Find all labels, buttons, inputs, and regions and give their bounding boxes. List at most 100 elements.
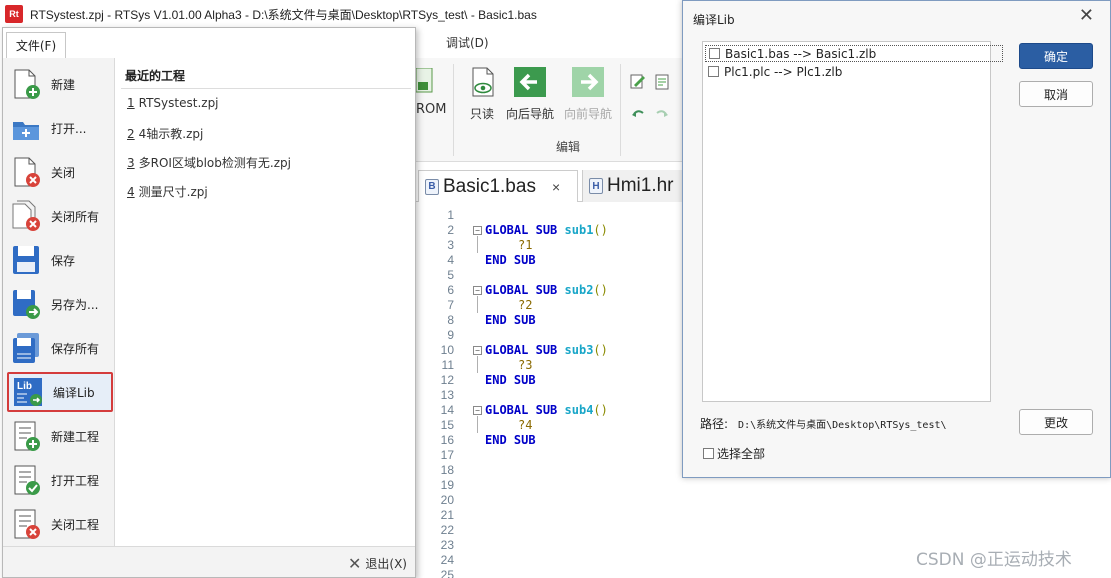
app-logo-icon: Rt (5, 5, 23, 23)
navigate-forward-label: 向前导航 (563, 107, 612, 121)
read-only-icon (472, 67, 494, 97)
code-line: GLOBAL SUB sub2() (485, 283, 608, 298)
file-menu-tab[interactable]: 文件(F) (6, 32, 66, 58)
recent-project-number: 3 (127, 156, 135, 170)
keyword-sub: SUB (513, 313, 536, 327)
file-checkbox[interactable] (709, 48, 720, 59)
navigate-forward-button[interactable]: 向前导航 (560, 66, 616, 122)
fold-toggle-icon[interactable]: − (473, 346, 482, 355)
exit-label: 退出(X) (365, 557, 407, 571)
editor-tab-bar: B Basic1.bas × H Hmi1.hr (416, 166, 682, 202)
tab-basic1[interactable]: B Basic1.bas × (418, 170, 578, 202)
tab-close-icon[interactable]: × (552, 179, 560, 195)
redo-icon[interactable] (654, 106, 670, 122)
ok-button[interactable]: 确定 (1019, 43, 1093, 69)
close-project-icon (14, 509, 40, 539)
menu-item-new-file[interactable]: 新建 (7, 64, 113, 104)
keyword-global: GLOBAL (485, 223, 529, 237)
recent-project-name: 多ROI区域blob检测有无.zpj (138, 156, 291, 170)
function-name: sub1 (564, 223, 594, 237)
recent-separator (121, 88, 411, 89)
save-as-icon (13, 290, 40, 319)
menu-item-save-all[interactable]: 保存所有 (7, 328, 113, 368)
line-number: 4 (447, 253, 454, 267)
exit-icon: ✕ (348, 554, 362, 573)
rom-button[interactable]: ROM (415, 67, 448, 117)
keyword-sub: SUB (513, 373, 536, 387)
keyword-sub: SUB (535, 283, 558, 297)
menu-item-open-project[interactable]: 打开工程 (7, 460, 113, 500)
fold-toggle-icon[interactable]: − (473, 406, 482, 415)
code-line: ?2 (518, 298, 532, 313)
new-project-icon (14, 421, 40, 451)
recent-project-item[interactable]: 4 测量尺寸.zpj (127, 183, 208, 200)
list-item[interactable]: Basic1.bas --> Basic1.zlb (705, 45, 1003, 62)
keyword-global: GLOBAL (485, 403, 529, 417)
comment-icon[interactable] (654, 74, 670, 90)
line-number: 15 (440, 418, 454, 432)
navigate-back-label: 向后导航 (505, 107, 554, 121)
file-checkbox[interactable] (708, 66, 719, 77)
keyword-global: GLOBAL (485, 343, 529, 357)
keyword-end: END (485, 253, 507, 267)
menu-item-save-as[interactable]: 另存为... (7, 284, 113, 324)
code-line: GLOBAL SUB sub3() (485, 343, 608, 358)
menu-item-close-project[interactable]: 关闭工程 (7, 504, 113, 544)
tab-hmi1[interactable]: H Hmi1.hr (582, 170, 682, 202)
undo-icon[interactable] (630, 106, 646, 122)
tab-hmi1-label: Hmi1.hr (607, 175, 674, 196)
menu-item-label: 打开工程 (51, 473, 100, 488)
path-label: 路径: (700, 417, 729, 431)
open-folder-icon (13, 122, 39, 140)
close-file-icon (14, 157, 40, 187)
fold-toggle-icon[interactable]: − (473, 286, 482, 295)
select-all-checkbox[interactable]: 选择全部 (703, 445, 765, 462)
file-menu-commands: 新建 打开... 关闭关闭所有 保存 另存为... 保存所有 Lib 编译Lib 新建工程打开工… (3, 58, 115, 546)
list-item[interactable]: Plc1.plc --> Plc1.zlb (705, 63, 842, 80)
recent-project-item[interactable]: 1 RTSystest.zpj (127, 96, 219, 110)
save-all-icon (13, 333, 39, 363)
navigate-back-button[interactable]: 向后导航 (502, 66, 558, 122)
rom-label: ROM (416, 102, 447, 117)
window-title: RTSystest.zpj - RTSys V1.01.00 Alpha3 - … (30, 7, 537, 22)
recent-project-name: RTSystest.zpj (138, 96, 219, 110)
code-editor[interactable]: 1 2 3 4 5 6 7 8 9 10 11 12 13 14 15 16 17 18 19 20 21 22 23 24 2… (416, 206, 682, 578)
print-statement: ?2 (518, 298, 533, 312)
recent-project-number: 2 (127, 127, 135, 141)
menu-item-new-project[interactable]: 新建工程 (7, 416, 113, 456)
recent-project-item[interactable]: 3 多ROI区域blob检测有无.zpj (127, 154, 291, 171)
keyword-sub: SUB (535, 403, 558, 417)
menu-item-label: 新建工程 (51, 429, 100, 444)
menu-item-close-file[interactable]: 关闭 (7, 152, 113, 192)
compile-lib-dialog: 编译Lib ✕ Basic1.bas --> Basic1.zlb Plc1.p… (682, 0, 1111, 478)
keyword-end: END (485, 373, 507, 387)
cancel-button[interactable]: 取消 (1019, 81, 1093, 107)
recent-project-item[interactable]: 2 4轴示教.zpj (127, 125, 203, 142)
navigate-back-icon (514, 67, 546, 97)
tab-debug[interactable]: 调试(D) (446, 34, 489, 51)
recent-projects-panel: 最近的工程 1 RTSystest.zpj 2 4轴示教.zpj 3 多ROI区域blob… (115, 58, 415, 546)
select-all-box[interactable] (703, 448, 714, 459)
edit-icon[interactable] (630, 74, 646, 90)
print-statement: ?1 (518, 238, 533, 252)
close-all-icon (12, 200, 40, 231)
menu-item-label: 关闭 (51, 165, 76, 180)
keyword-sub: SUB (513, 253, 536, 267)
line-number: 9 (447, 328, 454, 342)
function-name: sub2 (564, 283, 594, 297)
change-path-button[interactable]: 更改 (1019, 409, 1093, 435)
menu-item-open-folder[interactable]: 打开... (7, 108, 113, 148)
exit-button[interactable]: ✕ 退出(X) (348, 554, 407, 573)
code-line: ?4 (518, 418, 532, 433)
menu-item-close-all[interactable]: 关闭所有 (7, 196, 113, 236)
function-name: sub3 (564, 343, 594, 357)
dialog-close-icon[interactable]: ✕ (1079, 5, 1094, 26)
line-number: 5 (447, 268, 454, 282)
menu-item-save[interactable]: 保存 (7, 240, 113, 280)
menu-item-compile-lib[interactable]: Lib 编译Lib (7, 372, 113, 412)
fold-toggle-icon[interactable]: − (473, 226, 482, 235)
keyword-global: GLOBAL (485, 283, 529, 297)
rom-icon (415, 67, 433, 93)
line-number: 23 (440, 538, 454, 552)
line-number: 1 (447, 208, 454, 222)
